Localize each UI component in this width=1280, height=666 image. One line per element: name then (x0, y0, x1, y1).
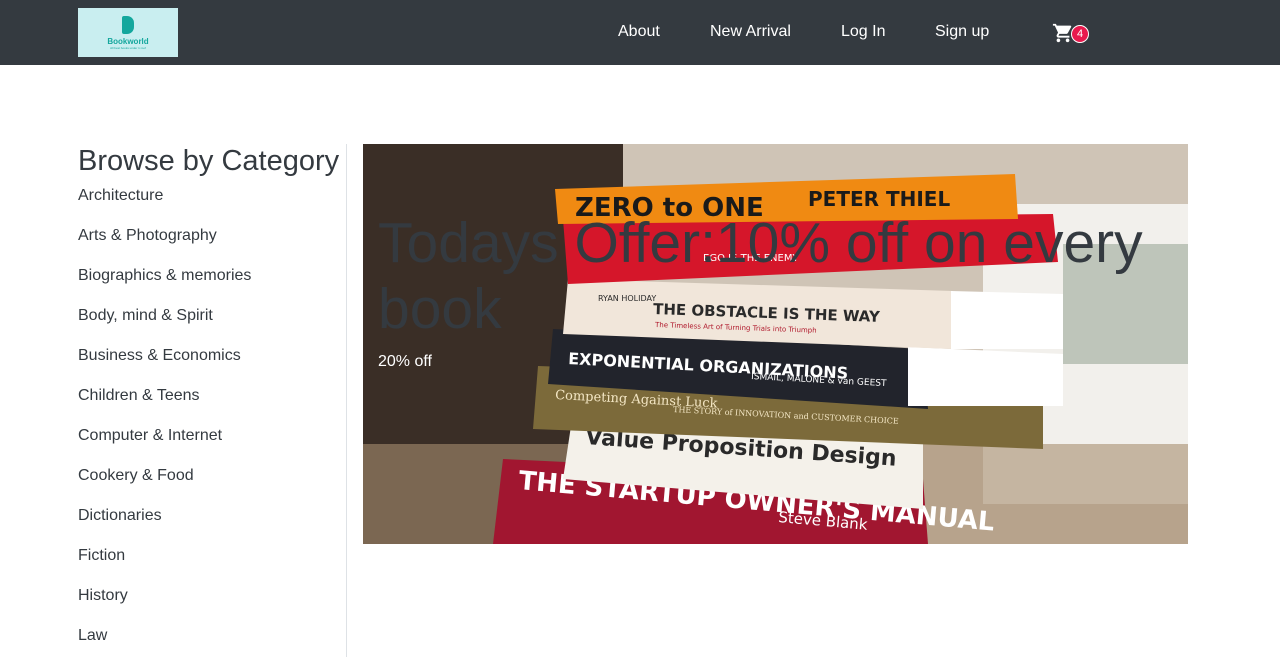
book-spine-zero-to-one-author: PETER THIEL (808, 187, 950, 211)
category-item-fiction[interactable]: Fiction (78, 546, 251, 586)
nav-new-arrival[interactable]: New Arrival (710, 22, 791, 41)
category-item-body-mind-spirit[interactable]: Body, mind & Spirit (78, 306, 251, 346)
category-item-law[interactable]: Law (78, 626, 251, 666)
category-item-cookery-food[interactable]: Cookery & Food (78, 466, 251, 506)
category-item-biographics-memories[interactable]: Biographics & memories (78, 266, 251, 306)
category-list: Architecture Arts & Photography Biograph… (78, 186, 251, 666)
category-item-business-economics[interactable]: Business & Economics (78, 346, 251, 386)
category-item-arts-photography[interactable]: Arts & Photography (78, 226, 251, 266)
category-item-dictionaries[interactable]: Dictionaries (78, 506, 251, 546)
category-sidebar: Browse by Category Architecture Arts & P… (78, 144, 347, 657)
cart-button[interactable]: 4 (1052, 20, 1092, 46)
category-item-architecture[interactable]: Architecture (78, 186, 251, 226)
logo-mark-icon (122, 15, 134, 34)
nav-sign-up[interactable]: Sign up (935, 22, 989, 41)
book-stack-image: THE STARTUP OWNER'S MANUAL Steve Blank V… (363, 144, 1188, 544)
category-item-history[interactable]: History (78, 586, 251, 626)
brand-name: Bookworld (107, 36, 149, 46)
category-item-children-teens[interactable]: Children & Teens (78, 386, 251, 426)
brand-logo[interactable]: Bookworld All best books under 1 roof (78, 8, 178, 57)
offer-title: Todays Offer:10% off on every book (378, 211, 1143, 341)
offer-subtitle: 20% off (378, 353, 432, 370)
category-item-computer-internet[interactable]: Computer & Internet (78, 426, 251, 466)
top-navbar: Bookworld All best books under 1 roof Ab… (0, 0, 1280, 65)
nav-about[interactable]: About (618, 22, 660, 41)
brand-tagline: All best books under 1 roof (110, 45, 146, 50)
nav-log-in[interactable]: Log In (841, 22, 885, 41)
sidebar-title: Browse by Category (78, 145, 340, 177)
cart-count-badge: 4 (1071, 25, 1089, 43)
offer-banner: THE STARTUP OWNER'S MANUAL Steve Blank V… (363, 144, 1188, 544)
